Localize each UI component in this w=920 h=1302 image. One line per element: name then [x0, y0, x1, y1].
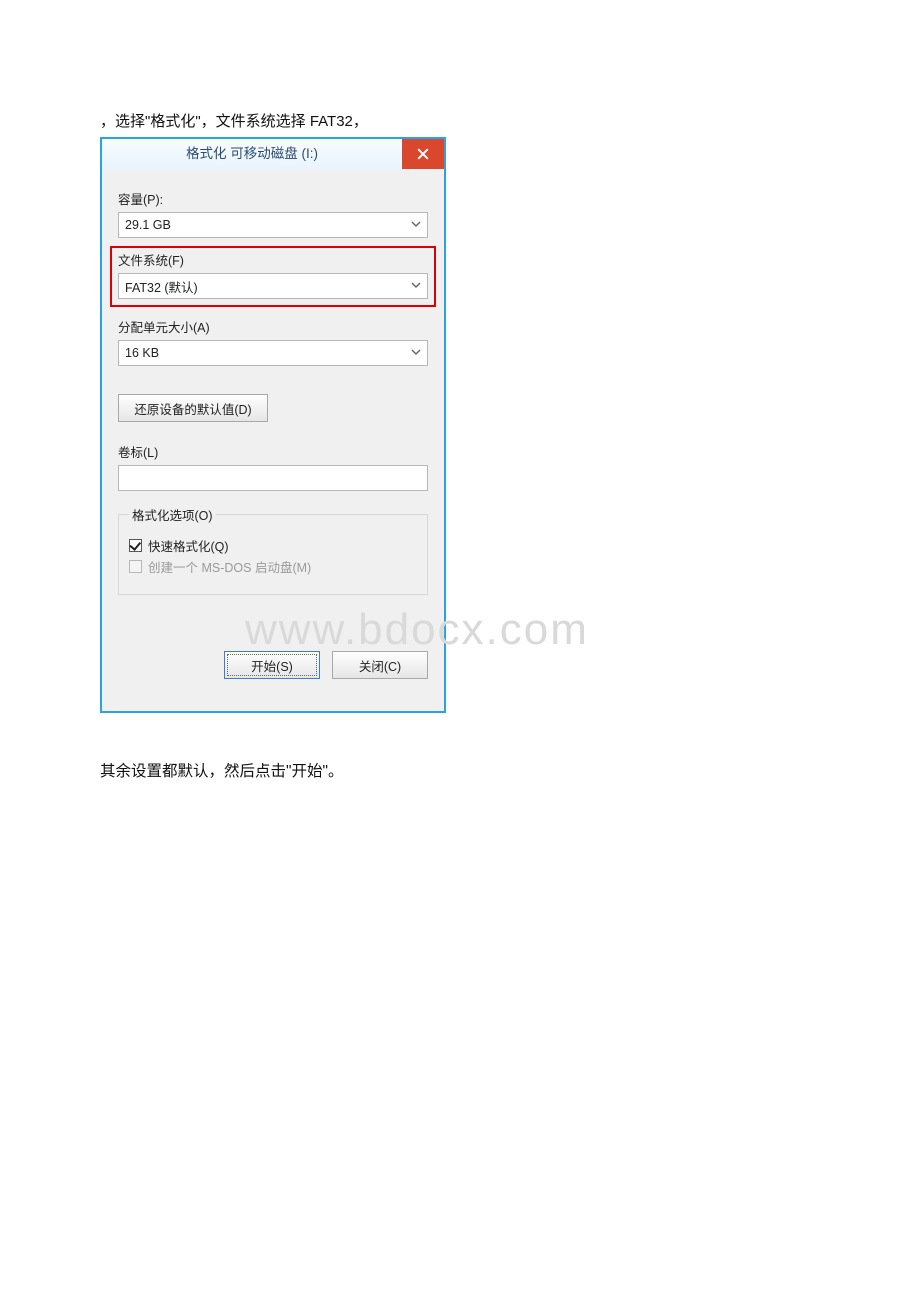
format-options-legend: 格式化选项(O)	[129, 505, 216, 524]
highlight-filesystem: 文件系统(F) FAT32 (默认)	[110, 246, 436, 307]
format-dialog: 格式化 可移动磁盘 (I:) 容量(P): 29.1 GB 文件系统(F)	[100, 137, 446, 713]
select-capacity[interactable]: 29.1 GB	[118, 212, 428, 238]
label-capacity-text: 容量(P):	[118, 193, 163, 207]
select-alloc[interactable]: 16 KB	[118, 340, 428, 366]
label-capacity: 容量(P):	[118, 189, 428, 208]
start-button[interactable]: 开始(S)	[224, 651, 320, 679]
close-button[interactable]: 关闭(C)	[332, 651, 428, 679]
label-volume-text: 卷标(L)	[118, 446, 158, 460]
close-button-label: 关闭(C)	[359, 656, 401, 675]
label-filesystem: 文件系统(F)	[118, 250, 428, 269]
value-alloc: 16 KB	[125, 346, 159, 360]
start-button-label: 开始(S)	[251, 656, 293, 675]
chevron-down-icon	[411, 346, 421, 360]
label-alloc-text: 分配单元大小(A)	[118, 321, 210, 335]
dialog-button-row: 开始(S) 关闭(C)	[118, 651, 428, 679]
quick-format-row[interactable]: 快速格式化(Q)	[129, 536, 419, 555]
value-filesystem: FAT32 (默认)	[125, 277, 198, 296]
label-filesystem-text: 文件系统(F)	[118, 254, 184, 268]
checkbox-quick-format[interactable]	[129, 539, 142, 552]
after-text: 其余设置都默认，然后点击"开始"。	[100, 759, 820, 781]
dialog-title: 格式化 可移动磁盘 (I:)	[102, 139, 402, 169]
titlebar: 格式化 可移动磁盘 (I:)	[102, 139, 444, 169]
restore-defaults-button[interactable]: 还原设备的默认值(D)	[118, 394, 268, 422]
format-options-group: 格式化选项(O) 快速格式化(Q) 创建一个 MS-DOS 启动盘(M)	[118, 505, 428, 595]
chevron-down-icon	[411, 279, 421, 293]
volume-label-input[interactable]	[118, 465, 428, 491]
label-volume: 卷标(L)	[118, 442, 428, 461]
intro-text: ，选择"格式化"，文件系统选择 FAT32，	[100, 110, 820, 131]
checkbox-msdos-boot	[129, 560, 142, 573]
value-capacity: 29.1 GB	[125, 218, 171, 232]
label-alloc: 分配单元大小(A)	[118, 317, 428, 336]
close-icon[interactable]	[402, 139, 444, 169]
dialog-body: 容量(P): 29.1 GB 文件系统(F) FAT32 (默认)	[102, 169, 444, 711]
label-msdos-boot: 创建一个 MS-DOS 启动盘(M)	[148, 557, 311, 576]
select-filesystem[interactable]: FAT32 (默认)	[118, 273, 428, 299]
chevron-down-icon	[411, 218, 421, 232]
restore-defaults-label: 还原设备的默认值(D)	[134, 399, 251, 418]
msdos-boot-row: 创建一个 MS-DOS 启动盘(M)	[129, 557, 419, 576]
label-quick-format: 快速格式化(Q)	[148, 536, 229, 555]
